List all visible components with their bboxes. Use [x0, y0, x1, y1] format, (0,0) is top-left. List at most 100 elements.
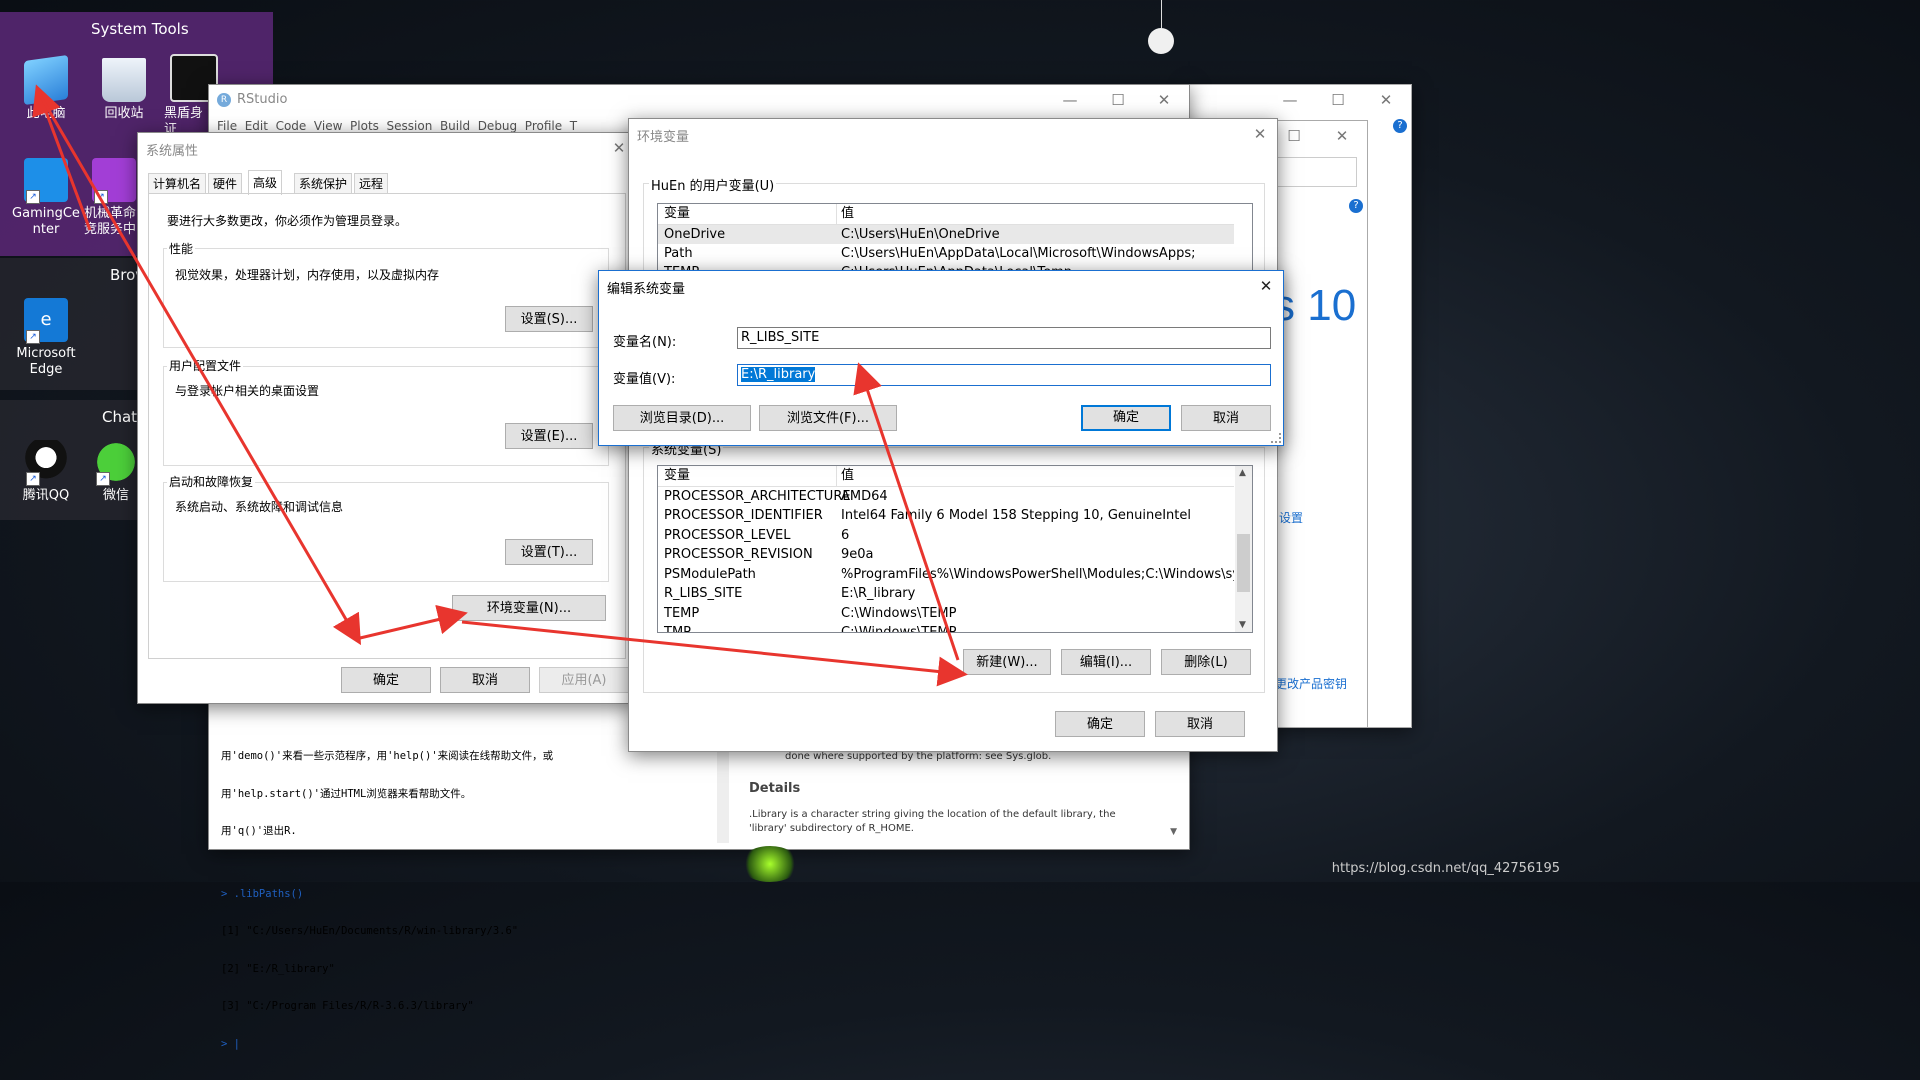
variable-name-field[interactable]: R_LIBS_SITE [737, 327, 1271, 349]
close-icon[interactable]: ✕ [1249, 123, 1271, 145]
mechrevo-icon: ↗ [92, 158, 136, 204]
list-item[interactable]: TMP C:\Windows\TEMP [658, 623, 1234, 633]
help-body: .Library is a character string giving th… [749, 809, 1116, 820]
tab-hardware[interactable]: 硬件 [208, 173, 243, 194]
variable-value-field[interactable]: E:\R_library [737, 364, 1271, 386]
delete-variable-button[interactable]: 删除(L) [1161, 649, 1251, 675]
edge-icon: e ↗ [24, 298, 68, 344]
close-icon[interactable]: ✕ [1153, 89, 1175, 111]
ok-button[interactable]: 确定 [341, 667, 431, 693]
maximize-icon[interactable]: ☐ [1327, 89, 1349, 111]
cancel-button[interactable]: 取消 [440, 667, 530, 693]
user-profile-label: 用户配置文件 [167, 357, 244, 374]
recycle-bin-icon [102, 58, 146, 102]
tab-advanced[interactable]: 高级 [248, 170, 283, 195]
tab-system-protection[interactable]: 系统保护 [294, 173, 353, 194]
user-profile-settings-button[interactable]: 设置(E)... [505, 423, 593, 449]
scroll-down-icon[interactable]: ▼ [1239, 620, 1246, 630]
help-icon[interactable]: ? [1349, 199, 1363, 213]
performance-settings-button[interactable]: 设置(S)... [505, 306, 593, 332]
tab-remote[interactable]: 远程 [354, 173, 389, 194]
desktop-icon-edge[interactable]: e ↗ Microsoft Edge [8, 298, 84, 378]
help-heading: Details [749, 781, 801, 796]
help-body: 'library' subdirectory of R_HOME. [749, 823, 914, 834]
tab-computer-name[interactable]: 计算机名 [148, 173, 207, 194]
settings-link[interactable]: 设置 [1279, 509, 1303, 526]
desktop-icon-gaming-center[interactable]: ↗ GamingCe nter [8, 158, 84, 238]
environment-variables-button[interactable]: 环境变量(N)... [452, 595, 606, 621]
shortcut-arrow-icon: ↗ [26, 190, 40, 204]
desktop-icon-recycle-bin[interactable]: 回收站 [86, 58, 162, 122]
rstudio-menubar[interactable]: File Edit Code View Plots Session Build … [217, 119, 577, 133]
startup-settings-button[interactable]: 设置(T)... [505, 539, 593, 565]
column-header-variable[interactable]: 变量 [664, 466, 690, 486]
resize-grip-icon[interactable] [1271, 433, 1281, 443]
variable-value-label: 变量值(V): [613, 372, 676, 387]
minimize-icon[interactable]: — [1059, 89, 1081, 111]
close-icon[interactable]: ✕ [1255, 275, 1277, 297]
tab-panel: 要进行大多数更改，你必须作为管理员登录。 性能 视觉效果，处理器计划，内存使用，… [148, 193, 626, 659]
browse-directory-button[interactable]: 浏览目录(D)... [613, 405, 751, 431]
var-name: PSModulePath [664, 567, 756, 582]
var-value: C:\Windows\TEMP [841, 625, 957, 633]
system-variables-list[interactable]: 变量 值 PROCESSOR_ARCHITECTURE AMD64 PROCESS… [657, 465, 1253, 633]
list-item[interactable]: PROCESSOR_LEVEL 6 [658, 526, 1234, 545]
edit-variable-button[interactable]: 编辑(I)... [1061, 649, 1151, 675]
help-icon[interactable]: ? [1393, 119, 1407, 133]
desktop-icon-this-pc[interactable]: 此电脑 [8, 54, 84, 122]
ok-button[interactable]: 确定 [1055, 711, 1145, 737]
var-value: C:\Windows\TEMP [841, 606, 957, 621]
list-item[interactable]: PROCESSOR_ARCHITECTURE AMD64 [658, 487, 1234, 506]
var-name: PROCESSOR_ARCHITECTURE [664, 489, 851, 504]
var-name: TMP [664, 625, 691, 633]
system-properties-titlebar: 系统属性 ✕ [138, 133, 634, 163]
help-text: done where supported by the platform: se… [785, 751, 1052, 762]
desktop-icon-mechrevo[interactable]: ↗ 机械革命 竞服务中 [84, 158, 144, 238]
list-item[interactable]: OneDrive C:\Users\HuEn\OneDrive [658, 225, 1234, 244]
desktop-icon-label: 腾讯QQ [22, 488, 70, 503]
scroll-up-icon[interactable]: ▲ [1239, 468, 1246, 478]
close-icon[interactable]: ✕ [1331, 125, 1353, 147]
maximize-icon[interactable]: ☐ [1283, 125, 1305, 147]
list-item[interactable]: Path C:\Users\HuEn\AppData\Local\Microsof… [658, 244, 1234, 263]
system-variables-scrollbar[interactable]: ▲ ▼ [1235, 466, 1252, 632]
search-box[interactable] [1277, 157, 1357, 187]
list-item[interactable]: PROCESSOR_REVISION 9e0a [658, 545, 1234, 564]
startup-recovery-desc: 系统启动、系统故障和调试信息 [175, 500, 344, 514]
close-icon[interactable]: ✕ [1375, 89, 1397, 111]
close-icon[interactable]: ✕ [608, 137, 630, 159]
cancel-button[interactable]: 取消 [1181, 405, 1271, 431]
help-scroll-down-icon[interactable]: ▼ [1170, 827, 1177, 837]
cancel-button[interactable]: 取消 [1155, 711, 1245, 737]
system-properties-dialog: 系统属性 ✕ 计算机名 硬件 高级 系统保护 远程 要进行大多数更改，你必须作为… [137, 132, 635, 704]
column-header-variable[interactable]: 变量 [664, 204, 690, 224]
var-name: PROCESSOR_REVISION [664, 547, 813, 562]
scroll-thumb[interactable] [1237, 534, 1250, 592]
maximize-icon[interactable]: ☐ [1107, 89, 1129, 111]
selected-value-text: E:\R_library [741, 367, 816, 382]
list-item[interactable]: TEMP C:\Windows\TEMP [658, 604, 1234, 623]
minimize-icon[interactable]: — [1279, 89, 1301, 111]
column-header-value[interactable]: 值 [841, 466, 854, 486]
dialog-title: 环境变量 [637, 130, 690, 145]
browse-file-button[interactable]: 浏览文件(F)... [759, 405, 897, 431]
desktop-icon-wechat[interactable]: ↗ 微信 [88, 440, 144, 504]
console-line: [2] "E:/R_library" [221, 962, 335, 975]
desktop-icon-label: 微信 [102, 488, 129, 503]
desktop-icon-label: 此电脑 [26, 106, 66, 121]
new-variable-button[interactable]: 新建(W)... [963, 649, 1051, 675]
desktop-icon-label: GamingCe nter [12, 206, 80, 237]
apply-button[interactable]: 应用(A) [539, 667, 629, 693]
variable-name-label: 变量名(N): [613, 335, 677, 350]
startup-recovery-label: 启动和故障恢复 [167, 473, 256, 490]
list-item[interactable]: PROCESSOR_IDENTIFIER Intel64 Family 6 Mod… [658, 506, 1234, 525]
change-product-key-link[interactable]: 更改产品密钥 [1275, 675, 1347, 692]
list-item[interactable]: R_LIBS_SITE E:\R_library [658, 584, 1234, 603]
tab-strip: 计算机名 硬件 高级 系统保护 远程 [148, 170, 618, 195]
ok-button[interactable]: 确定 [1081, 405, 1171, 431]
var-value: E:\R_library [841, 586, 916, 601]
user-variables-list[interactable]: 变量 值 OneDrive C:\Users\HuEn\OneDrive Path… [657, 203, 1253, 275]
desktop-icon-qq[interactable]: ↗ 腾讯QQ [8, 440, 84, 504]
list-item[interactable]: PSModulePath %ProgramFiles%\WindowsPowerS… [658, 565, 1234, 584]
column-header-value[interactable]: 值 [841, 204, 854, 224]
